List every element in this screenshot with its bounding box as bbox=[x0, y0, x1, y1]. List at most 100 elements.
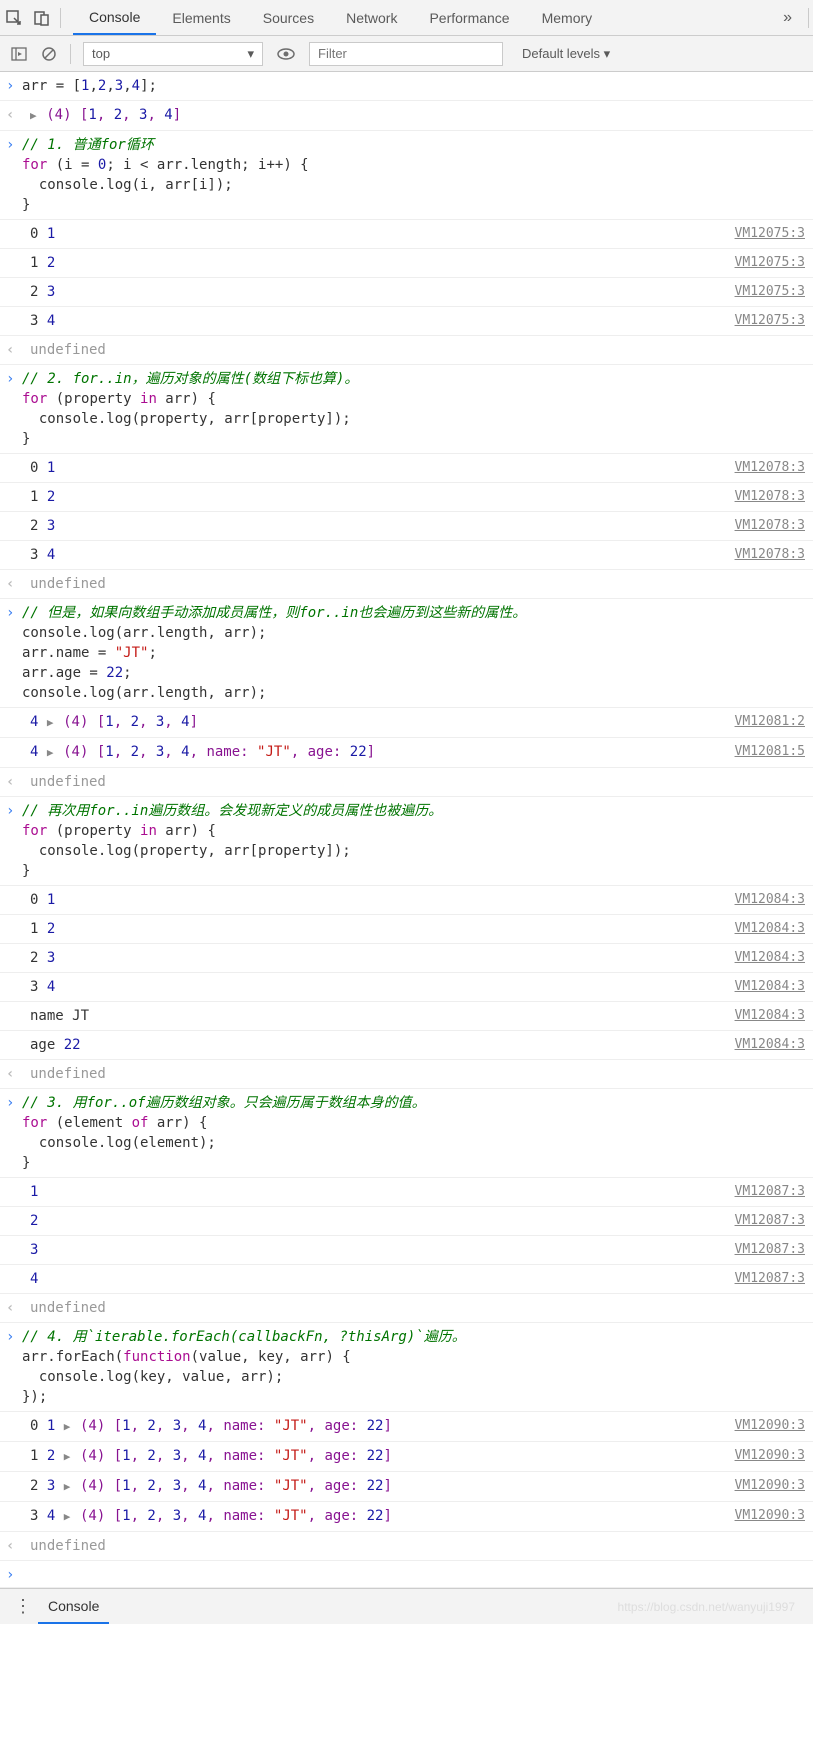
source-link[interactable]: VM12090:3 bbox=[735, 1504, 805, 1526]
console-content[interactable] bbox=[22, 1563, 805, 1567]
console-row: ‹undefined bbox=[0, 336, 813, 365]
toolbar-divider bbox=[808, 8, 809, 28]
console-content: 4 bbox=[22, 1267, 735, 1291]
log-marker bbox=[6, 1474, 22, 1476]
console-content: 2 3 ▶ (4) [1, 2, 3, 4, name: "JT", age: … bbox=[22, 1474, 735, 1499]
source-link[interactable]: VM12084:3 bbox=[735, 888, 805, 910]
console-row: 1 2VM12075:3 bbox=[0, 249, 813, 278]
context-selector[interactable]: top ▾ bbox=[83, 42, 263, 66]
source-link[interactable]: VM12084:3 bbox=[735, 1004, 805, 1026]
log-marker bbox=[6, 543, 22, 545]
console-row: 3 4VM12084:3 bbox=[0, 973, 813, 1002]
log-marker bbox=[6, 1033, 22, 1035]
console-row: ›// 2. for..in，遍历对象的属性(数组下标也算)。 for (pro… bbox=[0, 365, 813, 454]
source-link[interactable]: VM12084:3 bbox=[735, 1033, 805, 1055]
log-marker bbox=[6, 251, 22, 253]
console-body: ›arr = [1,2,3,4];‹▶ (4) [1, 2, 3, 4]›// … bbox=[0, 72, 813, 1588]
show-sidebar-icon[interactable] bbox=[6, 41, 32, 67]
log-marker bbox=[6, 485, 22, 487]
tab-memory[interactable]: Memory bbox=[526, 0, 609, 35]
log-marker bbox=[6, 1444, 22, 1446]
log-marker bbox=[6, 1180, 22, 1182]
inspect-element-icon[interactable] bbox=[0, 4, 28, 32]
tab-sources[interactable]: Sources bbox=[247, 0, 330, 35]
filter-input[interactable] bbox=[309, 42, 503, 66]
log-levels-selector[interactable]: Default levels ▾ bbox=[513, 42, 619, 66]
console-row: 0 1VM12078:3 bbox=[0, 454, 813, 483]
console-content: arr = [1,2,3,4]; bbox=[22, 74, 805, 98]
console-content: 1 bbox=[22, 1180, 735, 1204]
console-row: › bbox=[0, 1561, 813, 1588]
console-row: 0 1VM12084:3 bbox=[0, 886, 813, 915]
device-mode-icon[interactable] bbox=[28, 4, 56, 32]
devtools-tabs: ConsoleElementsSourcesNetworkPerformance… bbox=[65, 0, 771, 36]
log-marker bbox=[6, 1209, 22, 1211]
tab-performance[interactable]: Performance bbox=[413, 0, 525, 35]
console-content: 3 4 bbox=[22, 975, 735, 999]
source-link[interactable]: VM12075:3 bbox=[735, 251, 805, 273]
console-content: 1 2 bbox=[22, 485, 735, 509]
source-link[interactable]: VM12087:3 bbox=[735, 1209, 805, 1231]
console-content: undefined bbox=[22, 1534, 805, 1558]
dropdown-icon: ▾ bbox=[247, 46, 254, 62]
console-row: 3 4 ▶ (4) [1, 2, 3, 4, name: "JT", age: … bbox=[0, 1502, 813, 1532]
live-expression-icon[interactable] bbox=[273, 41, 299, 67]
source-link[interactable]: VM12081:5 bbox=[735, 740, 805, 762]
source-link[interactable]: VM12075:3 bbox=[735, 222, 805, 244]
source-link[interactable]: VM12081:2 bbox=[735, 710, 805, 732]
source-link[interactable]: VM12078:3 bbox=[735, 485, 805, 507]
console-row: ‹undefined bbox=[0, 1060, 813, 1089]
tab-elements[interactable]: Elements bbox=[156, 0, 246, 35]
source-link[interactable]: VM12078:3 bbox=[735, 456, 805, 478]
log-marker bbox=[6, 309, 22, 311]
source-link[interactable]: VM12087:3 bbox=[735, 1238, 805, 1260]
source-link[interactable]: VM12090:3 bbox=[735, 1414, 805, 1436]
more-tabs-icon[interactable]: » bbox=[771, 9, 804, 27]
source-link[interactable]: VM12084:3 bbox=[735, 946, 805, 968]
output-marker-icon: ‹ bbox=[6, 338, 22, 360]
console-row: 2 3VM12078:3 bbox=[0, 512, 813, 541]
log-marker bbox=[6, 456, 22, 458]
console-row: 0 1 ▶ (4) [1, 2, 3, 4, name: "JT", age: … bbox=[0, 1412, 813, 1442]
source-link[interactable]: VM12090:3 bbox=[735, 1474, 805, 1496]
console-content: // 4. 用`iterable.forEach(callbackFn, ?th… bbox=[22, 1325, 805, 1409]
source-link[interactable]: VM12078:3 bbox=[735, 543, 805, 565]
console-content: 0 1 bbox=[22, 456, 735, 480]
input-marker-icon: › bbox=[6, 799, 22, 821]
output-marker-icon: ‹ bbox=[6, 770, 22, 792]
console-content: 3 4 bbox=[22, 543, 735, 567]
source-link[interactable]: VM12084:3 bbox=[735, 975, 805, 997]
source-link[interactable]: VM12087:3 bbox=[735, 1180, 805, 1202]
drawer-menu-icon[interactable]: ⋮ bbox=[8, 1596, 38, 1617]
console-row: 1VM12087:3 bbox=[0, 1178, 813, 1207]
console-row: ‹undefined bbox=[0, 1532, 813, 1561]
console-row: 3 4VM12075:3 bbox=[0, 307, 813, 336]
subbar-divider bbox=[70, 44, 71, 64]
console-row: age 22VM12084:3 bbox=[0, 1031, 813, 1060]
source-link[interactable]: VM12090:3 bbox=[735, 1444, 805, 1466]
console-content: name JT bbox=[22, 1004, 735, 1028]
console-content: // 3. 用for..of遍历数组对象。只会遍历属于数组本身的值。 for (… bbox=[22, 1091, 805, 1175]
console-content: // 再次用for..in遍历数组。会发现新定义的成员属性也被遍历。 for (… bbox=[22, 799, 805, 883]
output-marker-icon: ‹ bbox=[6, 1534, 22, 1556]
console-content: undefined bbox=[22, 338, 805, 362]
clear-console-icon[interactable] bbox=[36, 41, 62, 67]
output-marker-icon: ‹ bbox=[6, 572, 22, 594]
console-content: // 但是，如果向数组手动添加成员属性，则for..in也会遍历到这些新的属性。… bbox=[22, 601, 805, 705]
console-row: ‹undefined bbox=[0, 768, 813, 797]
drawer-toolbar: ⋮ Console https://blog.csdn.net/wanyuji1… bbox=[0, 1588, 813, 1624]
source-link[interactable]: VM12075:3 bbox=[735, 309, 805, 331]
log-marker bbox=[6, 1004, 22, 1006]
tab-network[interactable]: Network bbox=[330, 0, 413, 35]
console-row: 2 3 ▶ (4) [1, 2, 3, 4, name: "JT", age: … bbox=[0, 1472, 813, 1502]
console-row: ‹undefined bbox=[0, 1294, 813, 1323]
drawer-tab-console[interactable]: Console bbox=[38, 1589, 109, 1624]
console-content: undefined bbox=[22, 572, 805, 596]
console-content: undefined bbox=[22, 1296, 805, 1320]
source-link[interactable]: VM12084:3 bbox=[735, 917, 805, 939]
source-link[interactable]: VM12075:3 bbox=[735, 280, 805, 302]
log-marker bbox=[6, 975, 22, 977]
source-link[interactable]: VM12078:3 bbox=[735, 514, 805, 536]
tab-console[interactable]: Console bbox=[73, 0, 156, 35]
source-link[interactable]: VM12087:3 bbox=[735, 1267, 805, 1289]
